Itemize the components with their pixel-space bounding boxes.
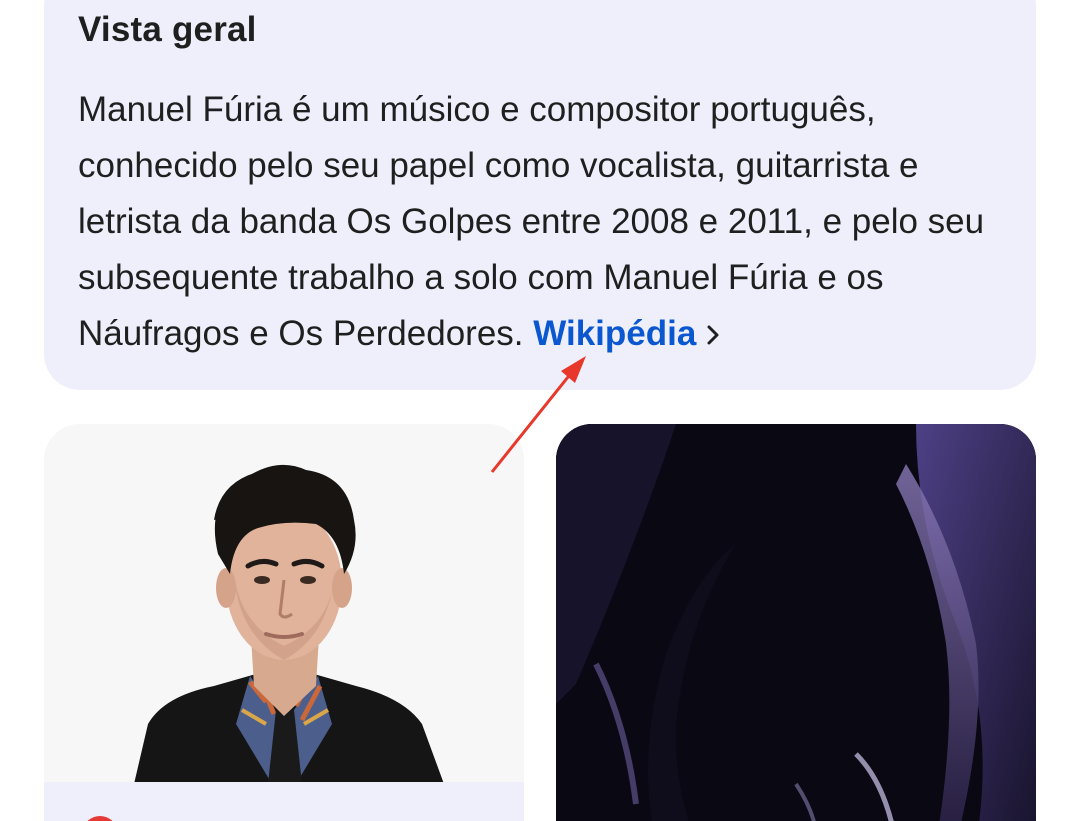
image-result-portrait[interactable] [44, 424, 524, 821]
overview-title: Vista geral [78, 10, 257, 49]
chevron-right-icon [707, 325, 719, 345]
overview-body: Manuel Fúria é um músico e compositor po… [78, 90, 985, 353]
image-caption-bar [44, 782, 524, 821]
overview-card: Vista geral Manuel Fúria é um músico e c… [44, 0, 1036, 390]
search-results-page: Vista geral Manuel Fúria é um músico e c… [0, 0, 1080, 821]
overview-description: Manuel Fúria é um músico e compositor po… [78, 82, 1008, 362]
dark-abstract-photo [556, 424, 1036, 821]
person-photo [44, 424, 524, 784]
wikipedia-link-label[interactable]: Wikipédia [533, 314, 696, 353]
wikipedia-link[interactable]: Wikipédia [533, 314, 720, 353]
source-favicon-icon [82, 816, 118, 821]
image-result-dark[interactable] [556, 424, 1036, 821]
